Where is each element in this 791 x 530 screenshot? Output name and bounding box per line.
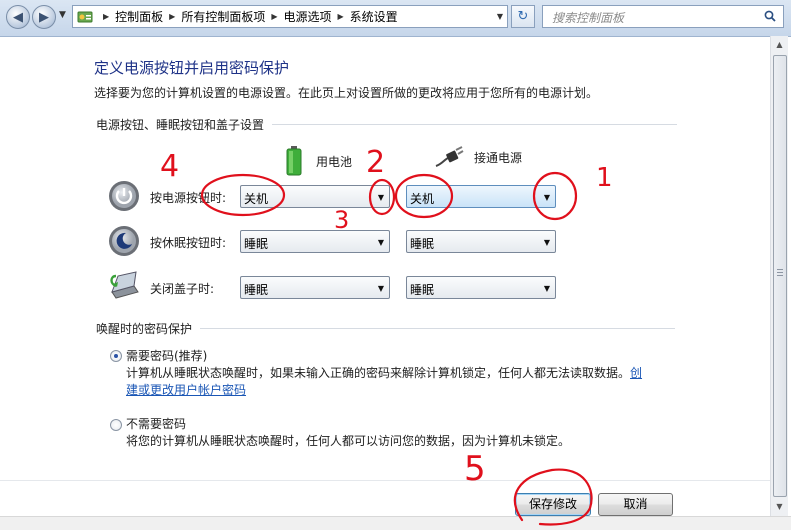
chevron-right-icon[interactable]: ▶ xyxy=(271,12,277,21)
sleep-button-label: 按休眠按钮时: xyxy=(150,236,227,250)
annotation-number-5: 5 xyxy=(464,449,486,489)
power-icon xyxy=(109,181,139,211)
save-changes-button[interactable]: 保存修改 xyxy=(515,493,591,516)
chevron-right-icon[interactable]: ▶ xyxy=(338,12,344,21)
require-password-radio[interactable] xyxy=(110,350,122,362)
power-button-label: 按电源按钮时: xyxy=(150,191,227,205)
chevron-down-icon[interactable]: ▼ xyxy=(378,238,384,247)
annotation-number-1: 1 xyxy=(596,163,613,193)
chevron-down-icon[interactable]: ▼ xyxy=(544,193,550,202)
address-toolbar: ◀ ▶ ▼ ▶ 控制面板 ▶ 所有控制面板项 ▶ 电源选项 ▶ 系统设置 ▼ ↻… xyxy=(0,0,791,37)
power-buttons-section-heading: 电源按钮、睡眠按钮和盖子设置 xyxy=(96,116,678,133)
recent-pages-dropdown[interactable]: ▼ xyxy=(59,10,66,20)
scroll-down-icon[interactable]: ▼ xyxy=(771,498,788,515)
search-placeholder: 搜索控制面板 xyxy=(552,11,625,25)
require-password-desc: 计算机从睡眠状态唤醒时，如果未输入正确的密码来解除计算机锁定，任何人都无法读取数… xyxy=(126,366,643,397)
refresh-button[interactable]: ↻ xyxy=(511,5,535,28)
sleep-icon xyxy=(109,226,139,256)
scrollbar-thumb[interactable] xyxy=(773,55,787,497)
password-section-heading: 唤醒时的密码保护 xyxy=(96,320,676,337)
sleep-button-plugged-select[interactable]: 睡眠 ▼ xyxy=(406,230,556,253)
power-button-battery-select[interactable]: 关机 ▼ xyxy=(240,185,390,208)
sleep-button-battery-select[interactable]: 睡眠 ▼ xyxy=(240,230,390,253)
address-bar[interactable]: ▶ 控制面板 ▶ 所有控制面板项 ▶ 电源选项 ▶ 系统设置 ▼ xyxy=(72,5,508,28)
chevron-down-icon[interactable]: ▼ xyxy=(544,284,550,293)
battery-icon xyxy=(286,146,302,176)
search-icon[interactable] xyxy=(764,10,776,22)
control-panel-icon xyxy=(77,11,93,22)
chevron-right-icon: ▶ xyxy=(103,12,110,21)
lid-close-label: 关闭盖子时: xyxy=(150,282,215,296)
no-password-radio[interactable] xyxy=(110,419,122,431)
chevron-down-icon[interactable]: ▼ xyxy=(378,193,384,202)
back-button[interactable]: ◀ xyxy=(6,5,30,29)
chevron-down-icon[interactable]: ▼ xyxy=(544,238,550,247)
chevron-down-icon[interactable]: ▼ xyxy=(497,12,503,21)
forward-button[interactable]: ▶ xyxy=(32,5,56,29)
require-password-label[interactable]: 需要密码(推荐) xyxy=(126,347,207,364)
scroll-up-icon[interactable]: ▲ xyxy=(771,36,788,53)
chevron-right-icon[interactable]: ▶ xyxy=(169,12,175,21)
cancel-button[interactable]: 取消 xyxy=(598,493,673,516)
annotation-number-2: 2 xyxy=(366,145,385,180)
refresh-icon: ↻ xyxy=(517,9,529,24)
chevron-down-icon[interactable]: ▼ xyxy=(378,284,384,293)
breadcrumb-power-options[interactable]: 电源选项 xyxy=(284,8,332,25)
arrow-right-icon: ▶ xyxy=(39,9,49,25)
page-subtitle: 选择要为您的计算机设置的电源设置。在此页上对设置所做的更改将应用于您所有的电源计… xyxy=(94,86,599,100)
vertical-scrollbar[interactable]: ▲ ▼ xyxy=(770,36,788,516)
footer-divider xyxy=(0,480,770,481)
page-title: 定义电源按钮并启用密码保护 xyxy=(94,59,290,77)
search-input[interactable]: 搜索控制面板 xyxy=(542,5,784,28)
no-password-desc: 将您的计算机从睡眠状态唤醒时，任何人都可以访问您的数据，因为计算机未锁定。 xyxy=(126,434,571,448)
plugged-column-header: 接通电源 xyxy=(434,146,522,168)
battery-column-header: 用电池 xyxy=(286,146,352,176)
power-button-plugged-select[interactable]: 关机 ▼ xyxy=(406,185,556,208)
breadcrumb-control-panel[interactable]: 控制面板 xyxy=(115,8,163,25)
power-plug-icon xyxy=(435,146,464,167)
no-password-label[interactable]: 不需要密码 xyxy=(126,415,186,432)
lid-close-plugged-select[interactable]: 睡眠 ▼ xyxy=(406,276,556,299)
breadcrumb-all-items[interactable]: 所有控制面板项 xyxy=(181,8,265,25)
status-bar xyxy=(0,516,791,530)
annotation-number-4: 4 xyxy=(160,149,179,184)
laptop-lid-icon xyxy=(110,271,139,299)
breadcrumb-system-settings[interactable]: 系统设置 xyxy=(350,8,398,25)
arrow-left-icon: ◀ xyxy=(13,9,23,25)
lid-close-battery-select[interactable]: 睡眠 ▼ xyxy=(240,276,390,299)
